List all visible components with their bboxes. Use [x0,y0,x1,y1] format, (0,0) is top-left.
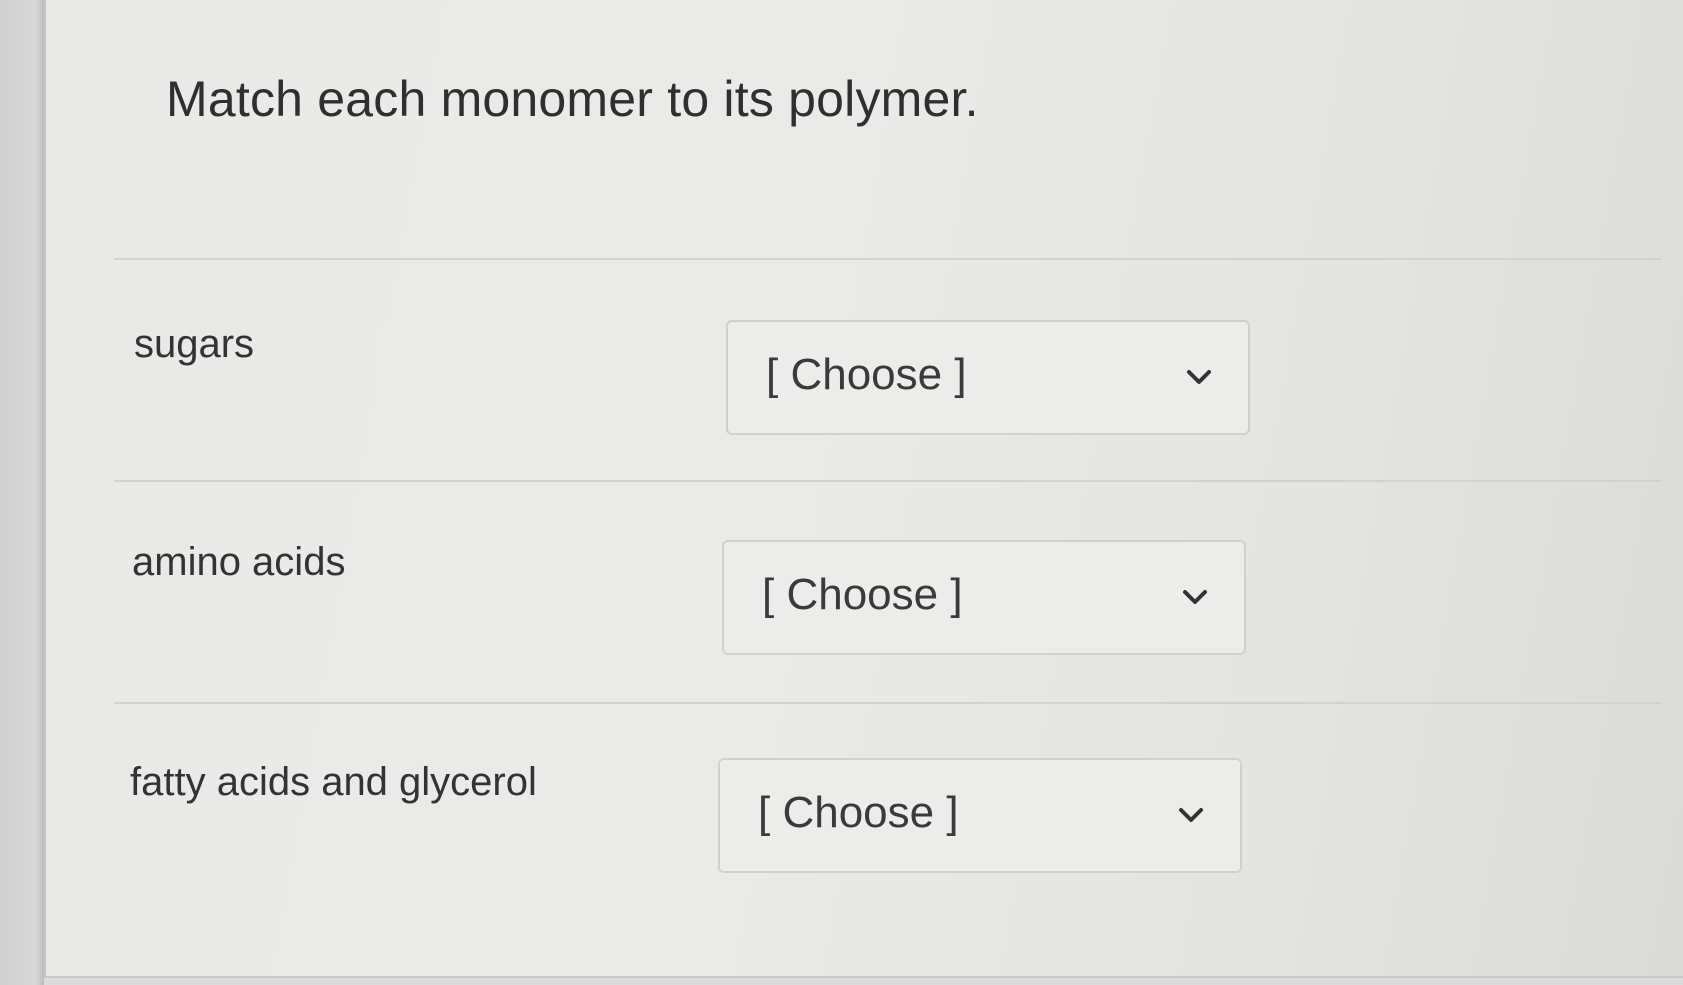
select-value: [ Choose ] [766,350,967,399]
divider [114,480,1662,482]
monomer-label-fatty-acids-and-glycerol: fatty acids and glycerol [130,760,537,804]
divider [114,258,1662,260]
chevron-down-icon [1179,808,1203,822]
question-panel: Match each monomer to its polymer. sugar… [44,0,1683,978]
select-value: [ Choose ] [762,570,963,619]
polymer-select-sugars[interactable]: [ Choose ] [726,320,1250,435]
select-value: [ Choose ] [758,788,959,837]
polymer-select-amino-acids[interactable]: [ Choose ] [722,540,1246,655]
question-title: Match each monomer to its polymer. [166,71,979,127]
chevron-down-icon [1183,590,1207,604]
monomer-label-sugars: sugars [134,322,255,366]
page-margin [0,0,44,985]
monomer-label-amino-acids: amino acids [132,540,346,584]
chevron-down-icon [1187,370,1211,384]
divider [114,702,1662,704]
polymer-select-fatty-acids-and-glycerol[interactable]: [ Choose ] [718,758,1242,873]
